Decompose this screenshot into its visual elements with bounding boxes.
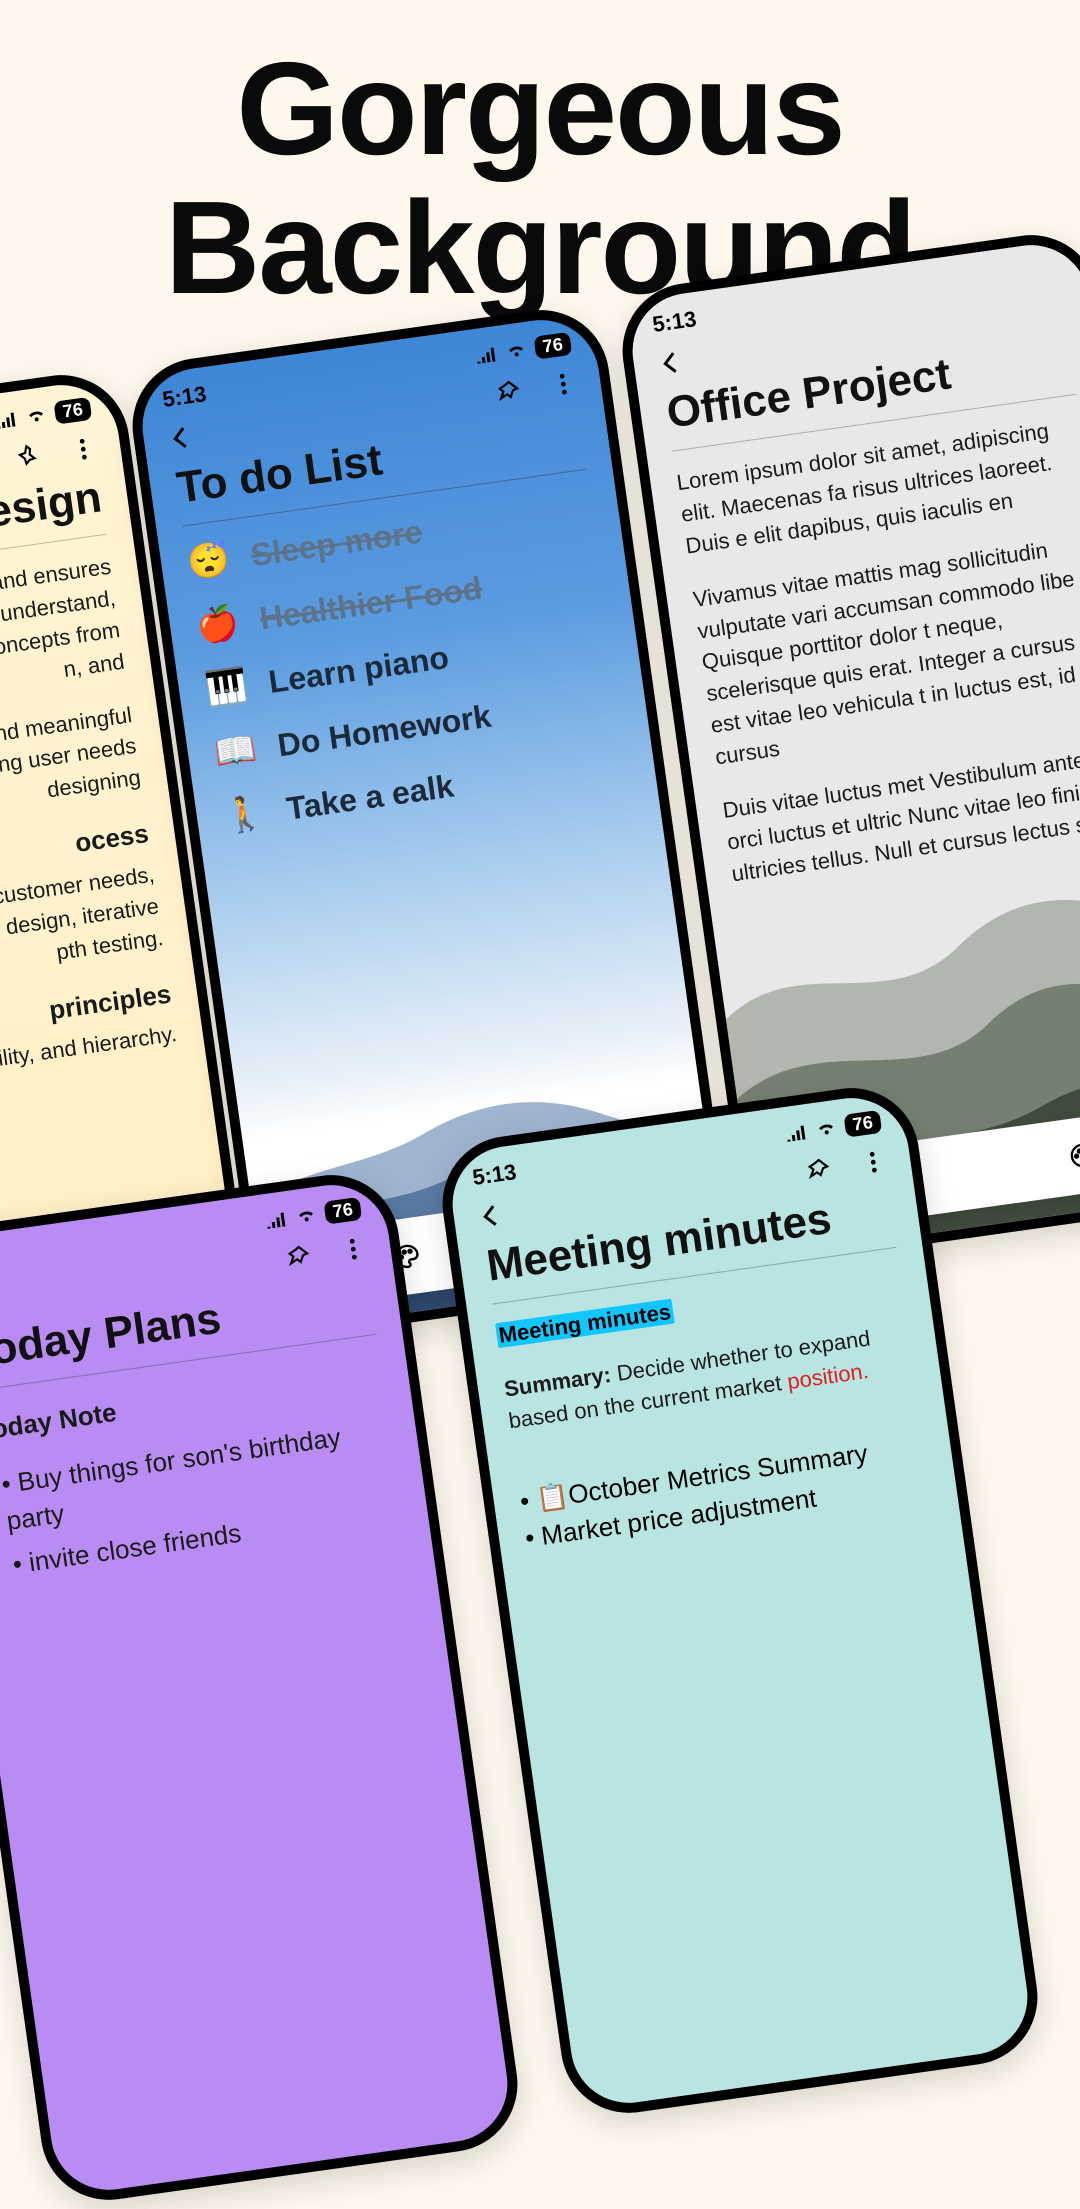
status-time: 5:13: [471, 1159, 518, 1191]
signal-icon: [784, 1123, 808, 1142]
item-label: Learn piano: [266, 638, 451, 700]
item-emoji: 😴: [185, 539, 230, 584]
pin-icon[interactable]: [9, 438, 47, 476]
item-label: Take a ealk: [284, 767, 456, 827]
item-emoji: 🎹: [203, 666, 248, 711]
more-icon[interactable]: [544, 365, 582, 403]
status-time: 5:13: [651, 306, 698, 338]
battery-badge: 76: [323, 1196, 362, 1224]
wifi-icon: [504, 341, 528, 360]
pin-icon[interactable]: [489, 373, 527, 411]
more-icon[interactable]: [334, 1230, 372, 1268]
item-label: Healthier Food: [257, 569, 484, 637]
back-icon[interactable]: [472, 1197, 510, 1235]
wifi-icon: [24, 406, 48, 425]
item-label: Do Homework: [275, 697, 493, 764]
wifi-icon: [294, 1206, 318, 1225]
todo-list: 😴 Sleep more🍎 Healthier Food🎹 Learn piano📖 D…: [157, 466, 659, 859]
more-icon[interactable]: [854, 1143, 892, 1181]
battery-badge: 76: [53, 396, 92, 424]
body-text: Vivamus vitae mattis mag sollicitudin vu…: [691, 527, 1080, 773]
more-icon[interactable]: [64, 430, 102, 468]
item-emoji: 📖: [212, 729, 257, 774]
status-time: 5:13: [161, 381, 208, 413]
item-label: Sleep more: [248, 513, 424, 574]
back-icon[interactable]: [162, 419, 200, 457]
item-emoji: 🍎: [194, 602, 239, 647]
pin-icon[interactable]: [799, 1151, 837, 1189]
item-emoji: 🚶: [221, 792, 266, 837]
signal-icon: [264, 1210, 288, 1229]
battery-badge: 76: [843, 1109, 882, 1137]
signal-icon: [0, 410, 18, 429]
wifi-icon: [814, 1119, 838, 1138]
signal-icon: [474, 345, 498, 364]
pin-icon[interactable]: [279, 1238, 317, 1276]
back-icon[interactable]: [652, 344, 690, 382]
phone-bottom-left: 5:13 76 Today Plans Today Note • Buy thi…: [0, 1166, 526, 2208]
palette-icon[interactable]: [1059, 1132, 1080, 1179]
battery-badge: 76: [533, 331, 572, 359]
